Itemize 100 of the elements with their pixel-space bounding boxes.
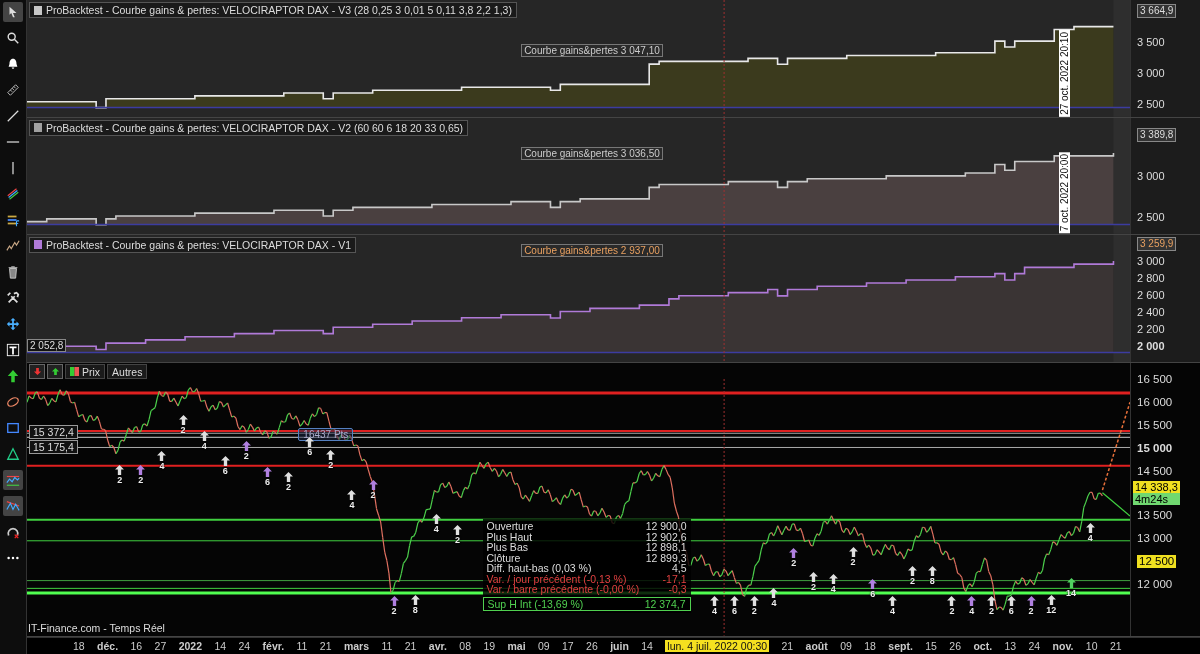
date-tick: 18 <box>73 640 85 652</box>
measure-label: 16437 Pts <box>298 428 354 442</box>
marker-label: 2 <box>1028 606 1034 617</box>
marker-label: 4 <box>969 606 975 617</box>
marker-label: 8 <box>929 575 935 586</box>
tooltip-label: Plus Bas <box>486 542 528 553</box>
marker-label: 4 <box>1087 533 1093 544</box>
marker-label: 2 <box>138 474 144 485</box>
axis-tick: 2 600 <box>1137 288 1165 302</box>
axis-tick: 2 200 <box>1137 322 1165 336</box>
marker-label: 2 <box>811 582 816 593</box>
ruler-icon <box>6 83 20 97</box>
bar-timer: 4m24s <box>1133 493 1180 506</box>
curve-label: Courbe gains&pertes 3 047,10 <box>521 44 663 58</box>
date-tick: 14 <box>641 640 653 652</box>
marker-label: 2 <box>949 606 955 617</box>
axis-tick: 15 000 <box>1137 442 1173 456</box>
line-icon <box>6 109 20 123</box>
marker-label: 6 <box>264 477 270 488</box>
tooltip-value: 12 902,6 <box>645 531 687 543</box>
axis-tick: 3 000 <box>1137 67 1165 80</box>
date-tick: 21 <box>319 640 332 652</box>
axis-tick: 12 500 <box>1137 555 1177 569</box>
tooltip-value: 12 374,7 <box>644 598 686 610</box>
axis-tick: 13 500 <box>1137 509 1173 523</box>
marker-label: 14 <box>1066 588 1077 599</box>
date-tick: 17 <box>562 640 574 652</box>
axis-tick: 13 000 <box>1137 532 1173 546</box>
cursor-tool[interactable] <box>3 2 23 22</box>
date-tick: 21 <box>404 640 417 652</box>
tooltip-value: -0,3 <box>668 584 687 595</box>
axis-tick: 3 000 <box>1137 254 1165 268</box>
date-tick: 27 <box>154 640 167 652</box>
tooltip-label: Diff. haut-bas (0,03 %) <box>486 563 592 574</box>
date-tick: 26 <box>586 640 598 652</box>
date-tick: déc. <box>97 640 119 652</box>
marker-label: 4 <box>890 606 896 617</box>
wavetrend-tool[interactable] <box>3 496 23 516</box>
date-tick: 08 <box>459 640 471 652</box>
channel-icon <box>6 187 20 201</box>
arrow-icon <box>6 369 20 383</box>
tooltip-label: Var. / jour précédent (-0,13 %) <box>486 573 627 585</box>
date-tick: 10 <box>1085 640 1098 652</box>
date-tick: juin <box>610 640 629 652</box>
date-tick: 13 <box>1004 640 1017 652</box>
last-value: 3 259,9 <box>1137 236 1177 251</box>
axis-tick: 14 500 <box>1137 465 1173 479</box>
date-tick: févr. <box>262 640 285 652</box>
add-button[interactable] <box>47 364 63 380</box>
marker-label: 2 <box>791 558 797 569</box>
axis-tick: 2 400 <box>1137 305 1165 319</box>
marker-label: 2 <box>243 451 249 462</box>
tooltip-value: 12 900,0 <box>645 521 687 532</box>
marker-label: 6 <box>870 589 876 600</box>
date-tick: 2022 <box>178 640 202 652</box>
level-label: 15 372,4 <box>29 425 78 440</box>
date-tick: 15 <box>925 640 937 652</box>
panel-title: ProBacktest - Courbe gains & pertes: VELOCIRAPTOR DAX - V1 <box>29 236 356 253</box>
trash-icon <box>6 265 20 279</box>
date-tick: 14 <box>214 640 227 652</box>
bell-icon <box>6 57 20 71</box>
start-value: 2 052,8 <box>27 338 67 352</box>
marker-label: 2 <box>117 474 123 485</box>
date-tick: oct. <box>973 640 993 652</box>
axis-tick: 16 500 <box>1137 373 1173 387</box>
up-arrow-icon <box>50 367 60 377</box>
marker-label: 4 <box>201 441 207 452</box>
curve-label: Courbe gains&pertes 2 937,00 <box>521 243 663 257</box>
marker-label: 2 <box>850 557 856 568</box>
tooltip-value: 4,5 <box>671 563 687 574</box>
date-tick: 18 <box>864 640 876 652</box>
panel-tab[interactable]: Autres <box>107 364 148 380</box>
date-marker: 27 oct. 2022 20:10 <box>1059 29 1071 117</box>
date-tick: 24 <box>238 640 251 652</box>
tooltip-value: -17,1 <box>662 573 687 585</box>
trend-tool[interactable] <box>3 470 23 490</box>
rectangle-icon <box>6 421 20 435</box>
tooltip-value: 12 898,1 <box>645 542 687 553</box>
tooltip-label: Clôture <box>486 552 521 564</box>
date-tick: lun. 4 juil. 2022 00:30 <box>665 640 770 652</box>
panel-title: ProBacktest - Courbe gains & pertes: VELOCIRAPTOR DAX - V3 (28 0,25 3 0,01 5 0,11 3,8 2,2 1,3) <box>29 2 517 18</box>
tooltip-label: Sup H Int (-13,69 %) <box>487 598 584 610</box>
move-icon <box>6 317 20 331</box>
marker-label: 4 <box>771 597 777 608</box>
marker-label: 4 <box>349 500 355 511</box>
last-value: 3 389,8 <box>1137 127 1177 142</box>
marker-label: 2 <box>370 489 376 500</box>
tooltip-label: Ouverture <box>486 521 534 532</box>
ellipse-icon <box>6 395 20 409</box>
panel-tab[interactable]: Prix <box>65 364 106 380</box>
axis-tick: 2 000 <box>1137 339 1165 353</box>
tooltip-label: Plus Haut <box>486 531 533 543</box>
marker-label: 12 <box>1046 605 1057 616</box>
axis-tick: 2 800 <box>1137 271 1165 285</box>
date-marker: 7 oct. 2022 20:00 <box>1059 152 1071 234</box>
date-tick: 21 <box>1109 640 1122 652</box>
remove-button[interactable] <box>29 364 45 380</box>
marker-label: 6 <box>307 446 313 457</box>
date-tick: 16 <box>130 640 143 652</box>
axis-tick: 12 000 <box>1137 578 1173 592</box>
